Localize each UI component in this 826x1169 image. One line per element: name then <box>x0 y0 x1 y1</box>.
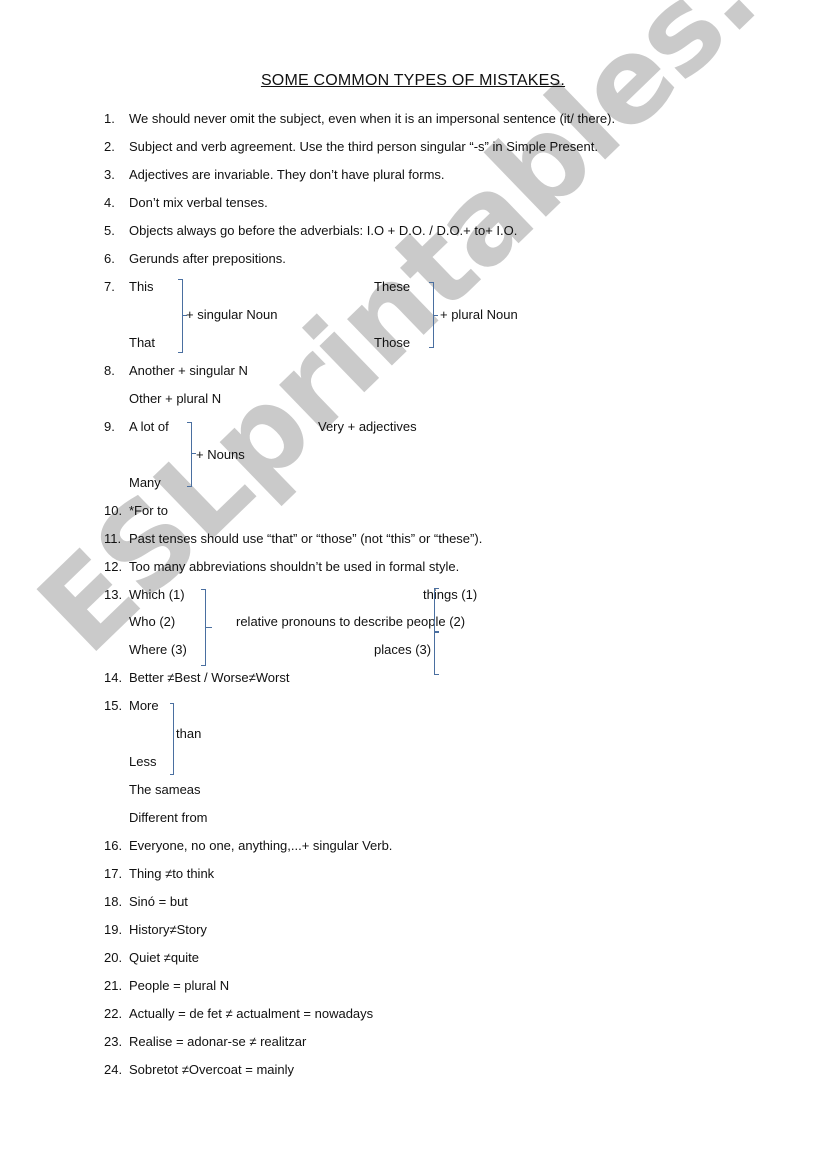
page-title: SOME COMMON TYPES OF MISTAKES. <box>260 72 566 89</box>
list-item: Sinó = but <box>129 894 188 909</box>
very-adjectives-rule: Very + adjectives <box>318 419 417 434</box>
item-number: 19. <box>104 922 123 937</box>
comparative-same-as: The sameas <box>129 782 201 797</box>
relative-which: Which (1) <box>129 587 185 602</box>
bracket <box>434 631 439 675</box>
item-number: 15. <box>104 698 123 713</box>
item-number: 16. <box>104 838 123 853</box>
list-item: History≠Story <box>129 922 207 937</box>
list-item: Actually = de fet ≠ actualment = nowaday… <box>129 1006 374 1021</box>
item-number: 7. <box>104 279 115 294</box>
demonstrative-that: That <box>129 335 156 350</box>
relative-pronouns-description: relative pronouns to describe people (2) <box>236 614 466 629</box>
item-number: 21. <box>104 978 123 993</box>
list-item: Everyone, no one, anything,...+ singular… <box>129 838 393 853</box>
list-item: Past tenses should use “that” or “those”… <box>129 531 483 546</box>
list-item: Quiet ≠quite <box>129 950 200 965</box>
comparative-more: More <box>129 698 159 713</box>
relative-who: Who (2) <box>129 614 176 629</box>
comparative-different-from: Different from <box>129 810 208 825</box>
item-number: 5. <box>104 223 115 238</box>
item-number: 2. <box>104 139 115 154</box>
item-number: 9. <box>104 419 115 434</box>
relative-things: things (1) <box>423 587 478 602</box>
comparative-less: Less <box>129 754 157 769</box>
list-item: Objects always go before the adverbials:… <box>129 223 518 238</box>
item-number: 3. <box>104 167 115 182</box>
item-number: 20. <box>104 950 123 965</box>
demonstrative-these: These <box>374 279 411 294</box>
item-number: 12. <box>104 559 123 574</box>
singular-noun-rule: + singular Noun <box>186 307 278 322</box>
relative-places: places (3) <box>374 642 432 657</box>
list-item: Another + singular N <box>129 363 248 378</box>
bracket <box>178 279 183 353</box>
list-item: Too many abbreviations shouldn’t be used… <box>129 559 460 574</box>
list-item: Realise = adonar-se ≠ realitzar <box>129 1034 307 1049</box>
plural-noun-rule: + plural Noun <box>440 307 518 322</box>
comparative-than: than <box>176 726 202 741</box>
list-item: Gerunds after prepositions. <box>129 251 286 266</box>
bracket <box>434 588 439 633</box>
bracket-tick <box>434 315 438 316</box>
item-number: 17. <box>104 866 123 881</box>
list-item: Better ≠Best / Worse≠Worst <box>129 670 290 685</box>
item-number: 22. <box>104 1006 123 1021</box>
bracket <box>187 422 192 487</box>
demonstrative-those: Those <box>374 335 411 350</box>
quantifier-a-lot-of: A lot of <box>129 419 169 434</box>
item-number: 14. <box>104 670 123 685</box>
list-item: Sobretot ≠Overcoat = mainly <box>129 1062 295 1077</box>
item-number: 4. <box>104 195 115 210</box>
item-number: 24. <box>104 1062 123 1077</box>
list-item: Subject and verb agreement. Use the thir… <box>129 139 598 154</box>
bracket <box>170 703 174 775</box>
worksheet-page: ESLprintables.com SOME COMMON TYPES OF M… <box>0 0 826 1169</box>
item-number: 23. <box>104 1034 123 1049</box>
item-number: 8. <box>104 363 115 378</box>
list-item: We should never omit the subject, even w… <box>129 111 616 126</box>
quantifier-many: Many <box>129 475 161 490</box>
demonstrative-this: This <box>129 279 154 294</box>
list-item: Adjectives are invariable. They don’t ha… <box>129 167 445 182</box>
list-item: Other + plural N <box>129 391 222 406</box>
item-number: 10. <box>104 503 123 518</box>
item-number: 18. <box>104 894 123 909</box>
item-number: 13. <box>104 587 123 602</box>
bracket-tick <box>206 627 212 628</box>
list-item: People = plural N <box>129 978 230 993</box>
relative-where: Where (3) <box>129 642 187 657</box>
item-number: 11. <box>104 531 122 546</box>
nouns-rule: + Nouns <box>196 447 245 462</box>
item-number: 1. <box>104 111 115 126</box>
list-item: *For to <box>129 503 169 518</box>
list-item: Don’t mix verbal tenses. <box>129 195 268 210</box>
list-item: Thing ≠to think <box>129 866 215 881</box>
item-number: 6. <box>104 251 115 266</box>
